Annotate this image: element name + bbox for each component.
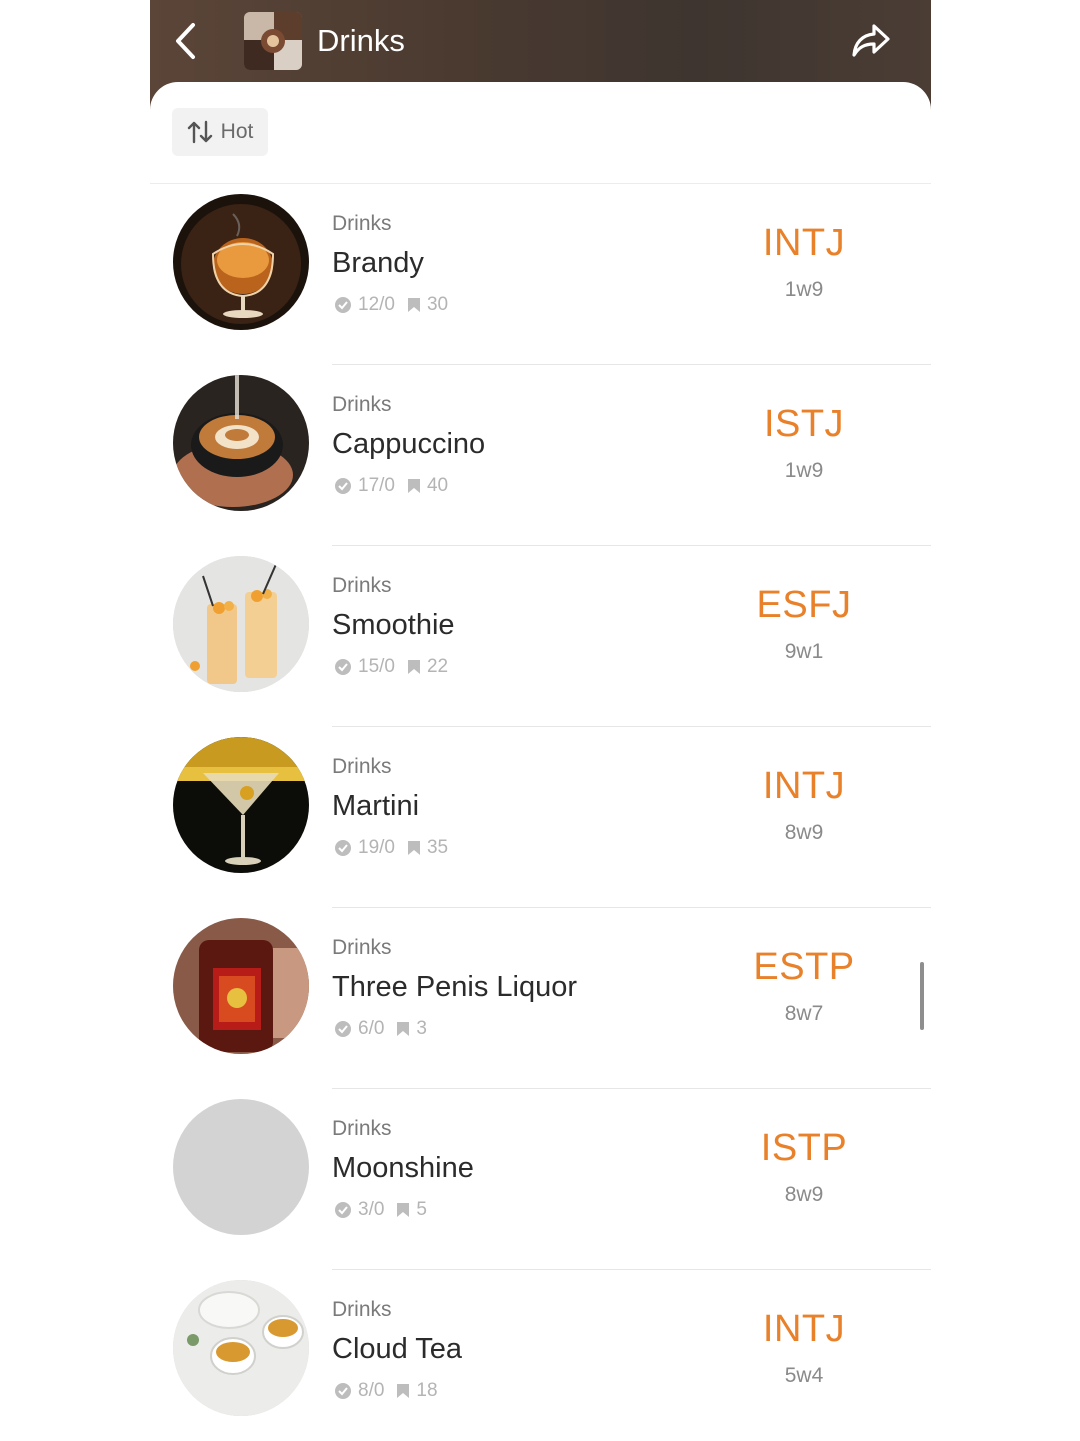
enneagram-type: 1w9 xyxy=(784,459,824,482)
check-circle-icon xyxy=(334,1382,352,1400)
item-category: Drinks xyxy=(332,393,392,416)
mbti-type: INTJ xyxy=(762,222,846,264)
check-circle-icon xyxy=(334,1020,352,1038)
item-stats: 8/0 18 xyxy=(334,1380,438,1402)
bookmark-icon xyxy=(396,1383,410,1399)
item-stats: 19/0 35 xyxy=(334,837,448,859)
item-stats: 17/0 40 xyxy=(334,475,448,497)
vote-count: 8/0 xyxy=(358,1380,385,1401)
item-stats: 12/0 30 xyxy=(334,294,448,316)
category-thumbnail xyxy=(244,12,302,70)
bookmark-icon xyxy=(396,1202,410,1218)
item-stats: 3/0 5 xyxy=(334,1199,427,1221)
item-name: Moonshine xyxy=(332,1152,474,1184)
mbti-type: ISTJ xyxy=(763,403,845,445)
vote-count: 17/0 xyxy=(358,475,395,496)
vote-count: 6/0 xyxy=(358,1018,385,1039)
item-stats: 6/0 3 xyxy=(334,1018,427,1040)
vote-count: 15/0 xyxy=(358,656,395,677)
list-item[interactable]: Drinks Three Penis Liquor 6/0 3 ESTP 8w7 xyxy=(150,908,931,1089)
share-button[interactable] xyxy=(846,16,896,66)
bookmark-count: 3 xyxy=(416,1018,427,1039)
item-category: Drinks xyxy=(332,755,392,778)
content-sheet: Hot Drinks Brandy 12/0 30 INTJ 1w9 Drink… xyxy=(150,82,931,1441)
mbti-type: ESTP xyxy=(753,946,855,988)
item-name: Three Penis Liquor xyxy=(332,971,578,1003)
bookmark-icon xyxy=(396,1021,410,1037)
item-avatar-smoothie xyxy=(173,556,309,692)
list-item[interactable]: Drinks Cappuccino 17/0 40 ISTJ 1w9 xyxy=(150,365,931,546)
enneagram-type: 8w7 xyxy=(784,1002,824,1025)
item-name: Smoothie xyxy=(332,609,455,641)
item-name: Cloud Tea xyxy=(332,1333,463,1365)
bookmark-count: 5 xyxy=(416,1199,427,1220)
item-avatar-tea xyxy=(173,1280,309,1416)
scrollbar[interactable] xyxy=(920,962,924,1030)
sort-label: Hot xyxy=(220,120,254,143)
enneagram-type: 8w9 xyxy=(784,821,824,844)
back-button[interactable] xyxy=(164,14,208,68)
list-item[interactable]: Drinks Smoothie 15/0 22 ESFJ 9w1 xyxy=(150,546,931,727)
list-item[interactable]: Drinks Moonshine 3/0 5 ISTP 8w9 xyxy=(150,1089,931,1270)
bookmark-count: 35 xyxy=(426,837,449,858)
item-avatar-liquor xyxy=(173,918,309,1054)
app-screen: Drinks Hot Drinks Brandy 12/0 30 INTJ 1w… xyxy=(150,0,931,1441)
mbti-type: ISTP xyxy=(760,1127,848,1169)
chevron-left-icon xyxy=(176,23,195,59)
item-stats: 15/0 22 xyxy=(334,656,448,678)
bookmark-count: 18 xyxy=(416,1380,438,1401)
bookmark-icon xyxy=(407,478,421,494)
bookmark-icon xyxy=(407,297,421,313)
check-circle-icon xyxy=(334,658,352,676)
bookmark-count: 30 xyxy=(426,294,449,315)
item-category: Drinks xyxy=(332,936,392,959)
vote-count: 3/0 xyxy=(358,1199,385,1220)
sort-arrows-icon xyxy=(187,120,212,144)
check-circle-icon xyxy=(334,477,352,495)
enneagram-type: 9w1 xyxy=(784,640,824,663)
item-category: Drinks xyxy=(332,1117,392,1140)
check-circle-icon xyxy=(334,839,352,857)
bookmark-icon xyxy=(407,659,421,675)
mbti-type: INTJ xyxy=(762,1308,846,1350)
vote-count: 19/0 xyxy=(358,837,395,858)
list-item[interactable]: Drinks Brandy 12/0 30 INTJ 1w9 xyxy=(150,184,931,365)
enneagram-type: 1w9 xyxy=(784,278,824,301)
item-category: Drinks xyxy=(332,574,392,597)
item-category: Drinks xyxy=(332,212,392,235)
drinks-list: Drinks Brandy 12/0 30 INTJ 1w9 Drinks Ca… xyxy=(150,184,931,1441)
enneagram-type: 5w4 xyxy=(784,1364,824,1387)
mbti-type: ESFJ xyxy=(756,584,852,626)
item-name: Martini xyxy=(332,790,420,822)
item-avatar-brandy xyxy=(173,194,309,330)
check-circle-icon xyxy=(334,1201,352,1219)
bookmark-count: 40 xyxy=(426,475,449,496)
share-icon xyxy=(852,24,890,57)
bookmark-count: 22 xyxy=(426,656,449,677)
item-name: Brandy xyxy=(332,247,424,279)
check-circle-icon xyxy=(334,296,352,314)
item-avatar-cappuccino xyxy=(173,375,309,511)
sort-button[interactable]: Hot xyxy=(172,108,268,156)
page-title: Drinks xyxy=(317,23,405,58)
item-name: Cappuccino xyxy=(332,428,486,460)
mbti-type: INTJ xyxy=(762,765,846,807)
bookmark-icon xyxy=(407,840,421,856)
item-avatar-martini xyxy=(173,737,309,873)
list-item[interactable]: Drinks Cloud Tea 8/0 18 INTJ 5w4 xyxy=(150,1270,931,1441)
item-category: Drinks xyxy=(332,1298,392,1321)
enneagram-type: 8w9 xyxy=(784,1183,824,1206)
list-item[interactable]: Drinks Martini 19/0 35 INTJ 8w9 xyxy=(150,727,931,908)
vote-count: 12/0 xyxy=(358,294,395,315)
item-avatar-placeholder xyxy=(173,1099,309,1235)
